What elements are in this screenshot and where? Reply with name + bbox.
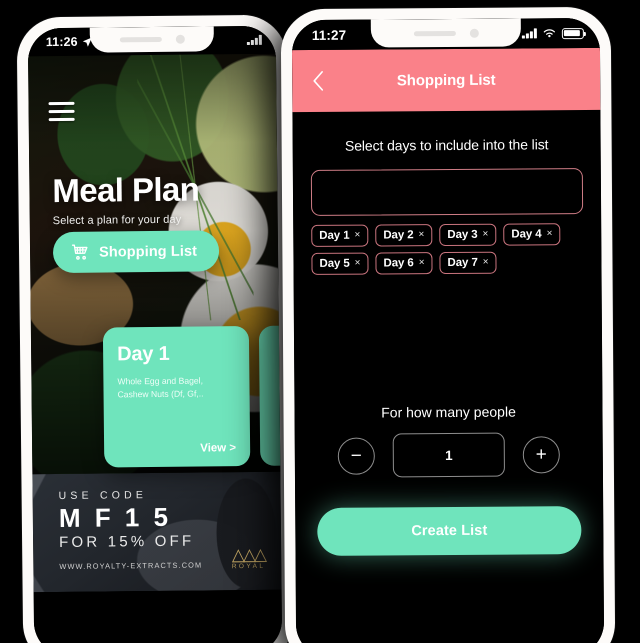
signal-bars-icon (522, 28, 537, 39)
remove-chip-icon[interactable]: × (354, 230, 360, 241)
day-card[interactable]: Day 1 Whole Egg and Bagel, Cashew Nuts (… (102, 326, 251, 468)
days-input[interactable] (310, 168, 584, 216)
remove-chip-icon[interactable]: × (483, 257, 489, 268)
shopping-list-button-label: Shopping List (98, 243, 198, 261)
people-quantity-stepper: − 1 + (295, 432, 603, 478)
meal-plan-screen: 11:26 Meal Plan Select a plan for your d… (27, 25, 283, 643)
day-chip[interactable]: Day 5 × (311, 252, 369, 275)
meal-plan-bottom-area (33, 589, 283, 643)
day-chip[interactable]: Day 3 × (439, 223, 497, 247)
day-card-next-peek[interactable] (258, 324, 283, 466)
speaker-grill (119, 36, 162, 43)
days-input-wrapper (310, 168, 584, 216)
promo-banner[interactable]: USE CODE M F 1 5 FOR 15% OFF WWW.ROYALTY… (32, 471, 282, 593)
front-camera (175, 34, 185, 44)
phone-meal-plan: 11:26 Meal Plan Select a plan for your d… (16, 14, 294, 643)
day-chip-label: Day 6 (383, 257, 414, 270)
day-chip[interactable]: Day 1 × (311, 224, 369, 247)
remove-chip-icon[interactable]: × (482, 229, 488, 240)
people-count-label: For how many people (381, 403, 516, 421)
header-title: Shopping List (396, 71, 496, 89)
hamburger-menu-icon[interactable] (48, 101, 75, 122)
back-chevron-icon[interactable] (306, 69, 330, 93)
speaker-grill (413, 30, 456, 36)
days-selection-section: Select days to include into the list Day… (292, 110, 601, 275)
day-chip[interactable]: Day 6 × (375, 252, 433, 275)
promo-url: WWW.ROYALTY-EXTRACTS.COM (59, 560, 203, 572)
day-chip-label: Day 3 (447, 228, 478, 242)
hero-text-block: Meal Plan Select a plan for your day (52, 170, 258, 228)
wifi-icon (543, 29, 555, 38)
day-card-view-link[interactable]: View > (200, 442, 236, 454)
status-time-value: 11:26 (45, 34, 78, 50)
phone-shopping-list: 11:27 Shopping List Select days to inclu… (280, 6, 616, 643)
shopping-list-screen: 11:27 Shopping List Select days to inclu… (291, 17, 605, 643)
day-card-description: Whole Egg and Bagel, Cashew Nuts (Df, Gf… (117, 375, 204, 400)
screenshot-stage: 11:26 Meal Plan Select a plan for your d… (0, 0, 640, 643)
shopping-list-button[interactable]: Shopping List (52, 230, 220, 274)
crown-icon: △△△ (231, 544, 266, 565)
shopping-list-body: 11:27 Shopping List Select days to inclu… (291, 17, 605, 643)
status-time-left: 11:26 (46, 35, 93, 49)
day-cards-carousel: Day 1 Whole Egg and Bagel, Cashew Nuts (… (31, 324, 283, 475)
status-icons-right (522, 27, 584, 39)
shopping-list-header: Shopping List (291, 47, 601, 113)
create-list-button[interactable]: Create List (317, 506, 582, 556)
day-chip[interactable]: Day 2 × (375, 224, 433, 247)
promo-text-block: USE CODE M F 1 5 FOR 15% OFF WWW.ROYALTY… (58, 489, 203, 572)
remove-chip-icon[interactable]: × (547, 228, 553, 239)
promo-brand-logo: △△△ ROYAL (231, 544, 266, 571)
page-title: Meal Plan (52, 170, 200, 210)
battery-icon (561, 27, 584, 39)
decrement-button[interactable]: − (337, 437, 375, 475)
day-chip-label: Day 7 (447, 256, 478, 270)
quantity-value[interactable]: 1 (392, 432, 505, 478)
page-subtitle: Select a plan for your day (52, 213, 182, 228)
notch-left (89, 26, 214, 53)
day-chip-list: Day 1 × Day 2 × Day 3 × Day 4 × Day 5 × … (311, 223, 583, 275)
day-chip-label: Day 1 (319, 229, 350, 242)
promo-use-code-label: USE CODE (58, 489, 148, 503)
remove-chip-icon[interactable]: × (355, 258, 361, 269)
increment-button[interactable]: + (522, 435, 560, 473)
front-camera (469, 28, 479, 38)
shopping-cart-icon (71, 244, 88, 260)
status-time-right: 11:27 (311, 27, 347, 43)
day-chip[interactable]: Day 4 × (503, 223, 561, 246)
promo-code: M F 1 5 (58, 501, 172, 534)
signal-bars-icon (246, 34, 262, 46)
day-card-title: Day 1 (117, 342, 170, 366)
day-chip[interactable]: Day 7 × (439, 251, 497, 275)
remove-chip-icon[interactable]: × (418, 229, 424, 240)
promo-logo-text: ROYAL (231, 562, 266, 571)
promo-discount: FOR 15% OFF (59, 532, 195, 552)
select-days-label: Select days to include into the list (344, 136, 549, 154)
day-chip-label: Day 5 (319, 257, 350, 270)
notch-right (370, 18, 521, 48)
status-icons-left (246, 34, 262, 46)
remove-chip-icon[interactable]: × (419, 257, 425, 268)
day-chip-label: Day 2 (383, 229, 414, 242)
day-chip-label: Day 4 (511, 228, 542, 241)
